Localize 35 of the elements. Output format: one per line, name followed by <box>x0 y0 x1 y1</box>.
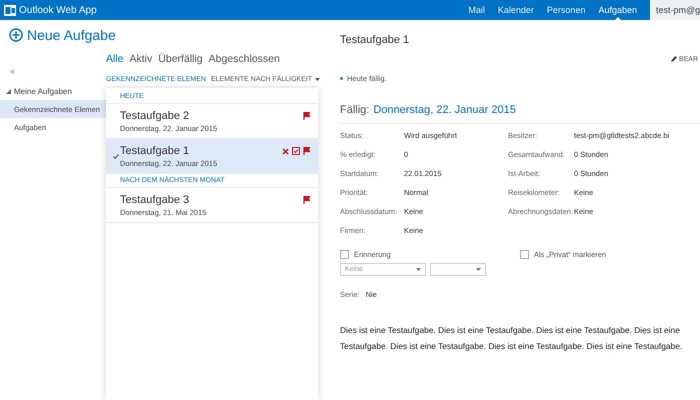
new-task-button[interactable]: Neue Aufgabe <box>9 27 116 43</box>
task-title: Testaufgabe 2 <box>120 110 190 122</box>
task-title: Testaufgabe 3 <box>120 194 190 206</box>
filter-tab[interactable]: Abgeschlossen <box>208 53 280 65</box>
filter-tab[interactable]: Überfällig <box>158 53 203 65</box>
nav-link[interactable]: Aufgaben <box>598 0 637 20</box>
logo-icon <box>4 4 16 16</box>
status-dot-icon <box>340 76 343 80</box>
filter-tab[interactable]: Aktiv <box>130 53 152 65</box>
user-account[interactable]: test-pm@g <box>650 0 700 20</box>
task-title: Testaufgabe 1 <box>120 144 190 156</box>
expand-triangle-icon[interactable] <box>6 88 11 94</box>
complete-checkbox-icon[interactable] <box>292 147 300 155</box>
folder-label: Meine Aufgaben <box>14 86 72 96</box>
nav-link[interactable]: Kalender <box>498 0 534 20</box>
due-label: Fällig: <box>340 104 370 118</box>
delete-icon[interactable] <box>282 148 289 154</box>
task-description: Dies ist eine Testaufgabe. Dies ist eine Testaufgabe. Dies ist eine Testaufgabe. Dies ist eine Testaufgabe. Dies ist eine Testaufgabe. Dies ist eine Testaufgabe. Dies ist eine Testaufgabe. <box>340 324 684 353</box>
tree-folder[interactable]: Meine Aufgaben <box>0 82 106 100</box>
app-title: Outlook Web App <box>19 4 97 16</box>
caret-icon <box>315 78 320 80</box>
pencil-icon <box>670 56 677 62</box>
collapse-button[interactable]: « <box>0 64 16 78</box>
plus-circle-icon <box>9 28 23 42</box>
flag-icon[interactable] <box>303 147 310 155</box>
task-heading: Testaufgabe 1 <box>340 34 410 48</box>
caret-icon <box>416 268 421 271</box>
flag-icon[interactable] <box>303 112 310 120</box>
nav-link[interactable]: Personen <box>546 0 586 20</box>
caret-icon <box>476 268 481 271</box>
checkmark-icon <box>113 154 119 158</box>
flag-icon[interactable] <box>303 196 310 204</box>
nav-link[interactable]: Mail <box>468 0 485 20</box>
due-date: Donnerstag, 22. Januar 2015 <box>373 104 516 118</box>
filter-tab[interactable]: Alle <box>106 53 124 65</box>
